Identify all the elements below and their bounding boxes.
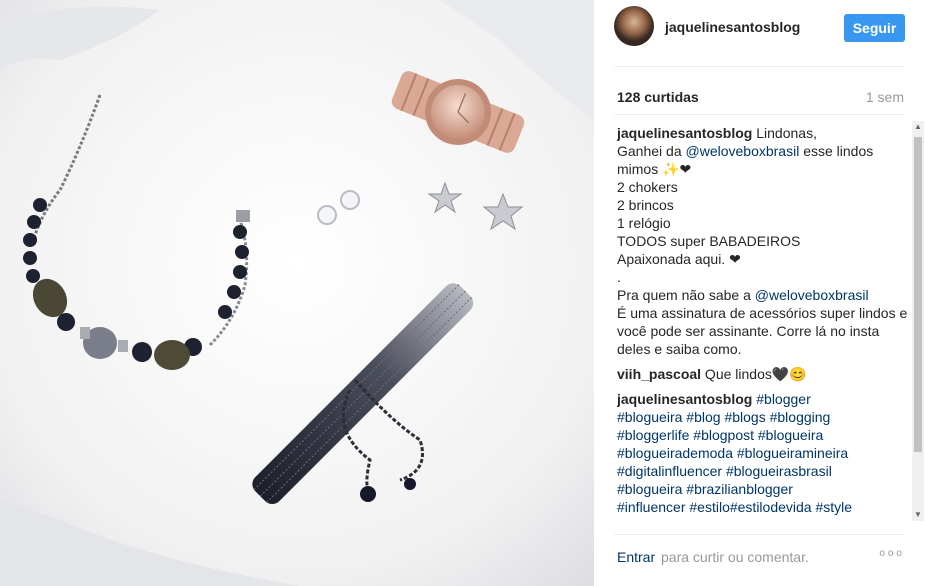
comment-username[interactable]: viih_pascoal: [617, 366, 701, 382]
hashtag-link[interactable]: #digitalinfluencer: [617, 463, 722, 479]
arrow-up-icon[interactable]: ▲: [912, 121, 924, 133]
post-author-username[interactable]: jaquelinesantosblog: [665, 19, 800, 35]
arrow-down-icon[interactable]: ▼: [912, 509, 924, 521]
hashtag-link[interactable]: #estilodevida: [730, 499, 812, 515]
comments-scrollbar[interactable]: ▲ ▼: [912, 121, 924, 521]
hashtag-link[interactable]: #blogueira: [758, 427, 823, 443]
hashtag-link[interactable]: #estilo: [689, 499, 729, 515]
hashtag-link[interactable]: #blogueira: [617, 409, 682, 425]
hashtag-link[interactable]: #blogger: [756, 391, 811, 407]
post-time[interactable]: 1 sem: [866, 89, 904, 105]
hashtag-link[interactable]: #bloggerlife: [617, 427, 689, 443]
comment: jaquelinesantosblog Lindonas, Ganhei da …: [617, 124, 909, 358]
hashtag-link[interactable]: #blogpost: [693, 427, 754, 443]
login-link[interactable]: Entrar: [617, 549, 655, 565]
hashtag-link[interactable]: #blogueira: [617, 481, 682, 497]
likes-count[interactable]: 128 curtidas: [617, 89, 699, 105]
comment-text: É uma assinatura de acessórios super lin…: [617, 305, 908, 357]
more-options-icon[interactable]: ooo: [879, 548, 905, 559]
hashtag-link[interactable]: @weloveboxbrasil: [755, 287, 869, 303]
hashtag-link[interactable]: #blogueirademoda: [617, 445, 733, 461]
comments-list[interactable]: jaquelinesantosblog Lindonas, Ganhei da …: [617, 124, 909, 522]
scrollbar-thumb[interactable]: [914, 137, 922, 452]
post-header: jaquelinesantosblog Seguir: [614, 0, 905, 67]
follow-button[interactable]: Seguir: [844, 14, 905, 42]
hashtag-link[interactable]: #influencer: [617, 499, 686, 515]
comment-text: esse lindos mimos ✨❤ 2 chokers 2 brincos…: [617, 143, 874, 303]
hashtag-link[interactable]: #blogueirasbrasil: [726, 463, 832, 479]
hashtag-link[interactable]: #style: [815, 499, 852, 515]
instagram-post: jaquelinesantosblog Seguir 128 curtidas …: [0, 0, 925, 586]
divider: [614, 534, 905, 535]
comment-username[interactable]: jaquelinesantosblog: [617, 125, 752, 141]
accessories-photo: [0, 0, 594, 586]
comment-username[interactable]: jaquelinesantosblog: [617, 391, 752, 407]
hashtag-link[interactable]: @weloveboxbrasil: [686, 143, 800, 159]
comment: viih_pascoal Que lindos🖤😊: [617, 365, 909, 383]
hashtag-link[interactable]: #blogging: [770, 409, 831, 425]
comment-prompt: para curtir ou comentar.: [661, 549, 809, 565]
comment-text: Que lindos🖤😊: [701, 366, 807, 382]
comment: jaquelinesantosblog #blogger #blogueira …: [617, 390, 909, 516]
post-sidebar: jaquelinesantosblog Seguir 128 curtidas …: [594, 0, 925, 586]
hashtag-link[interactable]: #blog: [686, 409, 720, 425]
avatar[interactable]: [614, 6, 654, 46]
post-photo[interactable]: [0, 0, 594, 586]
hashtag-link[interactable]: #blogs: [724, 409, 765, 425]
divider: [614, 114, 905, 115]
hashtag-link[interactable]: #brazilianblogger: [686, 481, 793, 497]
hashtag-link[interactable]: #blogueiramineira: [737, 445, 848, 461]
